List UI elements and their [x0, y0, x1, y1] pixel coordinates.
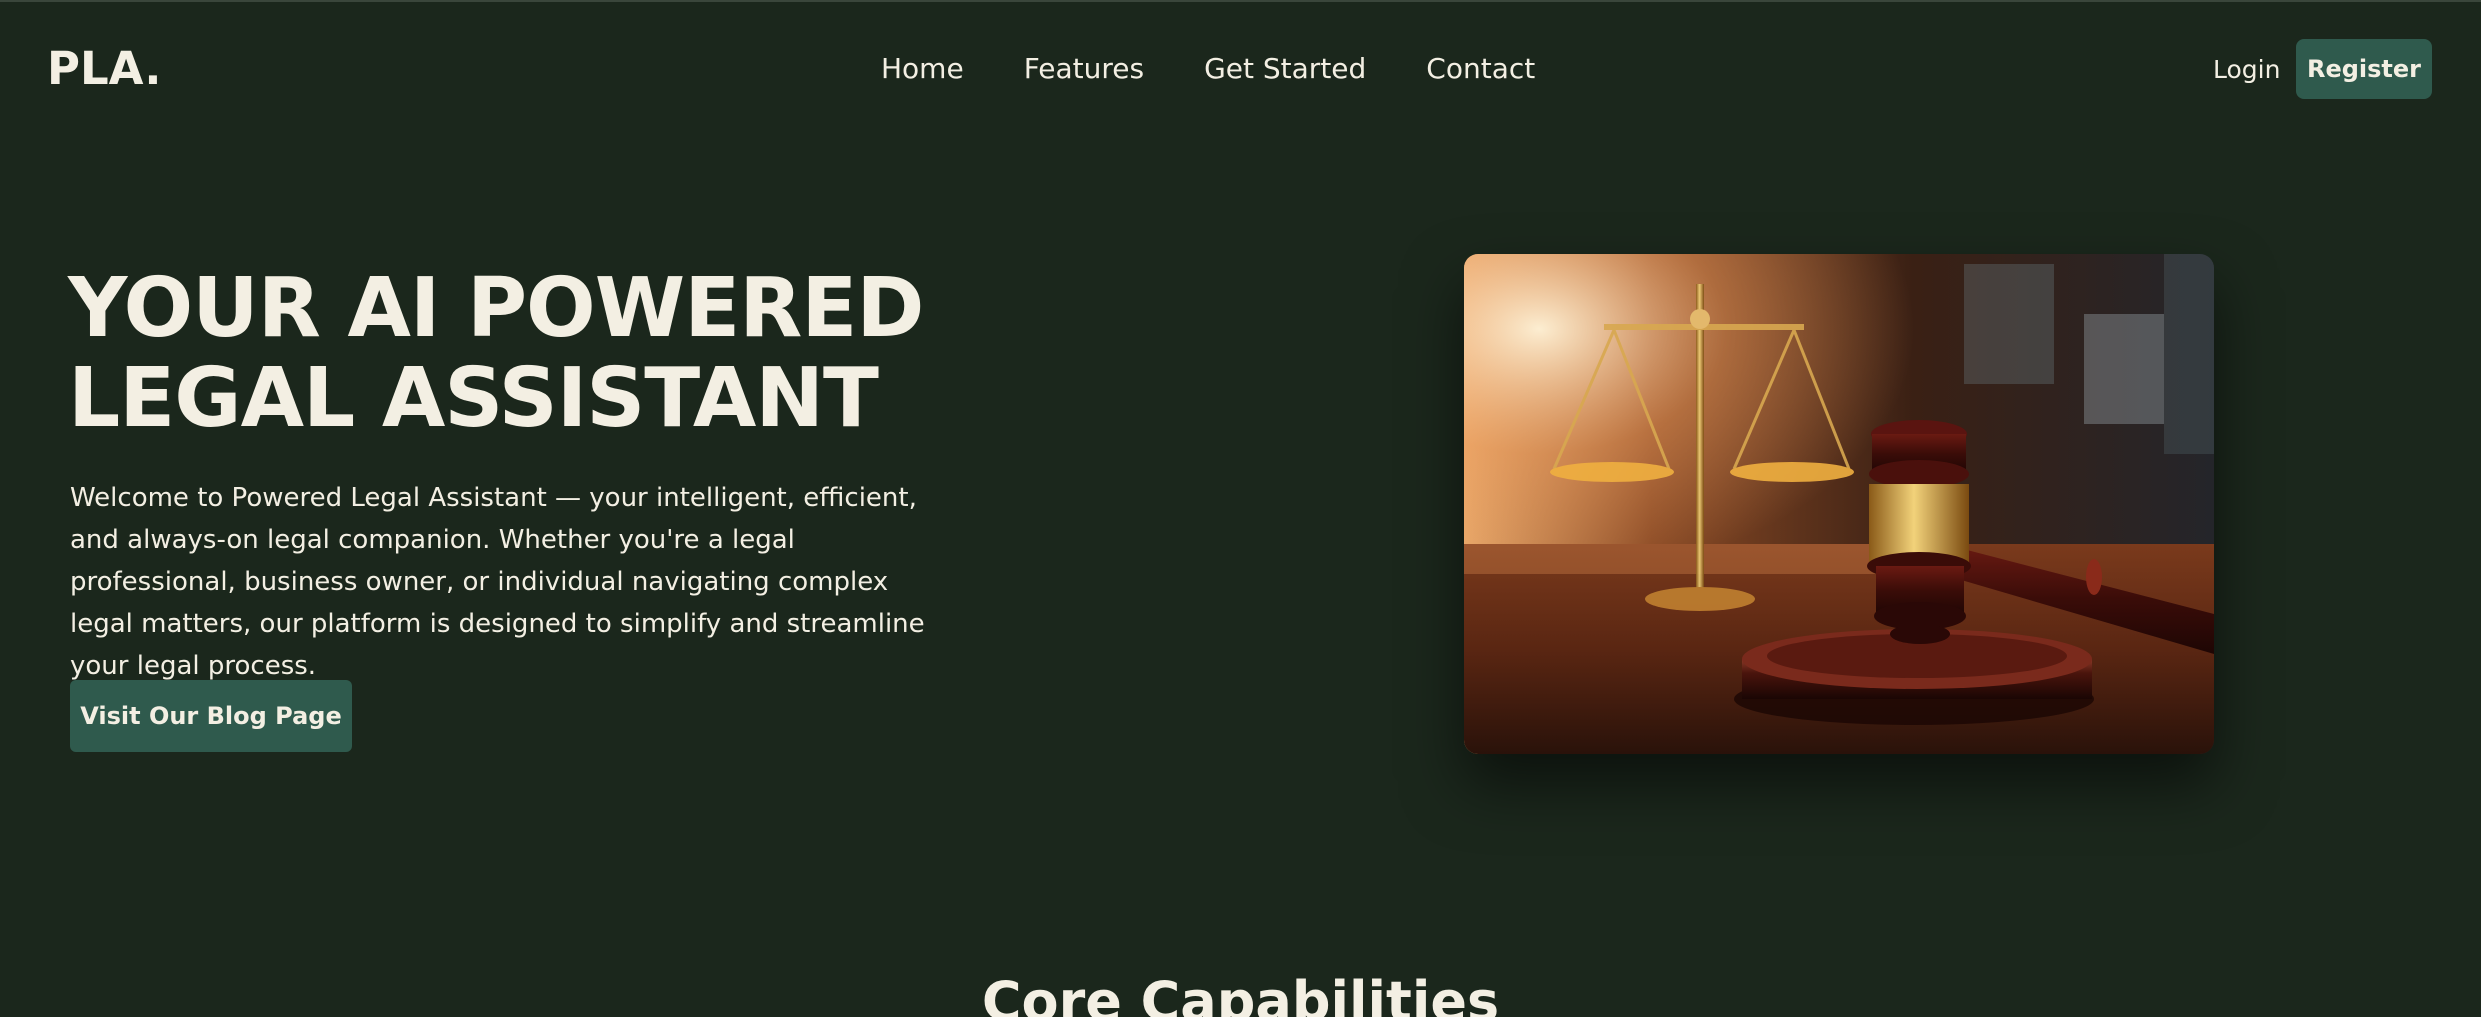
navbar: PLA. Home Features Get Started Contact L… [0, 2, 2481, 138]
logo[interactable]: PLA. [47, 42, 161, 95]
core-capabilities-heading: Core Capabilities [981, 970, 1500, 1017]
hero-title: YOUR AI POWERED LEGAL ASSISTANT [68, 261, 924, 446]
hero-title-line2: LEGAL ASSISTANT [68, 351, 879, 446]
nav-link-features[interactable]: Features [1024, 52, 1144, 85]
gavel-and-scales-image [1464, 254, 2214, 754]
page: PLA. Home Features Get Started Contact L… [0, 0, 2481, 1017]
nav-link-home[interactable]: Home [881, 52, 964, 85]
visit-blog-button[interactable]: Visit Our Blog Page [70, 680, 352, 752]
nav-links: Home Features Get Started Contact [881, 52, 1535, 85]
login-link[interactable]: Login [2213, 55, 2280, 84]
hero-title-line1: YOUR AI POWERED [68, 261, 924, 356]
nav-link-get-started[interactable]: Get Started [1204, 52, 1366, 85]
hero-description: Welcome to Powered Legal Assistant — you… [70, 483, 925, 681]
register-button[interactable]: Register [2296, 39, 2432, 99]
nav-link-contact[interactable]: Contact [1426, 52, 1535, 85]
